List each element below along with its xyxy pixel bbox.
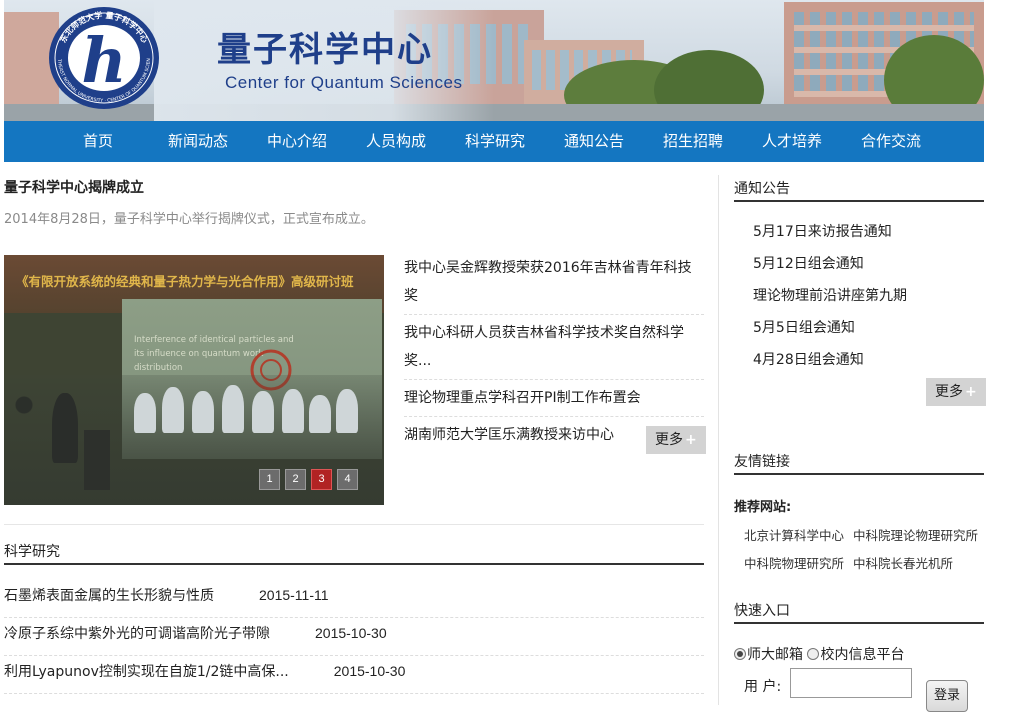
more-label: 更多 — [655, 432, 683, 448]
login-target-options: 师大邮箱 校内信息平台 — [734, 644, 904, 664]
section-rule — [734, 473, 984, 475]
research-list: 石墨烯表面金属的生长形貌与性质 2015-11-11 冷原子系综中紫外光的可调谐高… — [4, 580, 704, 694]
site-subtitle: Center for Quantum Sciences — [225, 73, 463, 92]
plus-icon: + — [965, 384, 977, 400]
nav-cooperation[interactable]: 合作交流 — [861, 121, 921, 162]
notices-more-button[interactable]: 更多 + — [926, 378, 986, 406]
nav-about[interactable]: 中心介绍 — [267, 121, 327, 162]
news-item[interactable]: 我中心吴金辉教授荣获2016年吉林省青年科技奖 — [404, 254, 704, 315]
site-title: 量子科学中心 — [217, 30, 433, 70]
quick-entry-title: 快速入口 — [734, 603, 790, 619]
sidebar-divider — [718, 175, 719, 705]
plus-icon: + — [685, 432, 697, 448]
section-rule — [4, 563, 704, 565]
news-item[interactable]: 理论物理重点学科召开PI制工作布置会 — [404, 380, 704, 417]
nav-news[interactable]: 新闻动态 — [168, 121, 228, 162]
research-date: 2015-10-30 — [315, 625, 387, 641]
friend-link[interactable]: 中科院理论物理研究所 — [853, 525, 978, 544]
notice-item[interactable]: 5月17日来访报告通知 — [753, 218, 907, 250]
login-button[interactable]: 登录 — [926, 680, 968, 712]
section-rule — [734, 622, 984, 624]
friend-link[interactable]: 中科院长春光机所 — [853, 553, 953, 572]
research-title[interactable]: 冷原子系综中紫外光的可调谐高阶光子带隙 — [4, 626, 270, 642]
notice-item[interactable]: 5月5日组会通知 — [753, 314, 907, 346]
username-input[interactable] — [790, 668, 912, 698]
links-section-title: 友情链接 — [734, 454, 790, 470]
photo-slider[interactable]: 《有限开放系统的经典和量子热力学与光合作用》高级研讨班 Interference… — [4, 255, 384, 505]
section-rule — [734, 200, 984, 202]
nav-notices[interactable]: 通知公告 — [564, 121, 624, 162]
slider-page-3[interactable]: 3 — [311, 469, 332, 490]
research-title[interactable]: 石墨烯表面金属的生长形貌与性质 — [4, 588, 214, 604]
slider-page-2[interactable]: 2 — [285, 469, 306, 490]
slide-caption: 《有限开放系统的经典和量子热力学与光合作用》高级研讨班 — [16, 274, 354, 289]
nav-home[interactable]: 首页 — [83, 121, 113, 162]
notice-item[interactable]: 5月12日组会通知 — [753, 250, 907, 282]
news-list: 我中心吴金辉教授荣获2016年吉林省青年科技奖 我中心科研人员获吉林省科学技术奖… — [404, 254, 704, 453]
main-nav: 首页 新闻动态 中心介绍 人员构成 科学研究 通知公告 招生招聘 人才培养 合作… — [4, 121, 984, 162]
friend-link[interactable]: 中科院物理研究所 — [744, 553, 844, 572]
news-more-button[interactable]: 更多 + — [646, 426, 706, 454]
nav-research[interactable]: 科学研究 — [465, 121, 525, 162]
headline-title[interactable]: 量子科学中心揭牌成立 — [4, 177, 144, 197]
slider-pagination: 1234 — [259, 467, 363, 490]
nav-recruitment[interactable]: 招生招聘 — [663, 121, 723, 162]
logo-monogram: h — [81, 24, 126, 97]
slider-page-1[interactable]: 1 — [259, 469, 280, 490]
notice-item[interactable]: 4月28日组会通知 — [753, 346, 907, 378]
radio-mail-label[interactable]: 师大邮箱 — [747, 647, 803, 663]
research-row: 利用Lyapunov控制实现在自旋1/2链中高保... 2015-10-30 — [4, 656, 704, 694]
research-date: 2015-10-30 — [333, 663, 406, 679]
recommended-sites-label: 推荐网站: — [734, 500, 792, 515]
slider-page-4[interactable]: 4 — [337, 469, 358, 490]
headline-description: 2014年8月28日，量子科学中心举行揭牌仪式，正式宣布成立。 — [4, 212, 374, 227]
notices-section-title: 通知公告 — [734, 181, 790, 197]
research-title[interactable]: 利用Lyapunov控制实现在自旋1/2链中高保... — [4, 664, 289, 680]
research-row: 石墨烯表面金属的生长形貌与性质 2015-11-11 — [4, 580, 704, 618]
divider — [4, 524, 704, 525]
radio-mail[interactable] — [734, 648, 746, 660]
research-row: 冷原子系综中紫外光的可调谐高阶光子带隙 2015-10-30 — [4, 618, 704, 656]
radio-info-platform[interactable] — [807, 648, 820, 660]
notice-list: 5月17日来访报告通知 5月12日组会通知 理论物理前沿讲座第九期 5月5日组会… — [753, 218, 907, 378]
username-label: 用 户: — [744, 679, 782, 695]
notice-item[interactable]: 理论物理前沿讲座第九期 — [753, 282, 907, 314]
friend-link[interactable]: 北京计算科学中心 — [744, 525, 844, 544]
news-item[interactable]: 我中心科研人员获吉林省科学技术奖自然科学奖... — [404, 315, 704, 380]
nav-education[interactable]: 人才培养 — [762, 121, 822, 162]
university-logo[interactable]: 东北师范大学 量子科学中心 NORTHEAST NORMAL UNIVERSIT… — [48, 6, 160, 110]
nav-people[interactable]: 人员构成 — [366, 121, 426, 162]
research-date: 2015-11-11 — [259, 587, 329, 603]
more-label: 更多 — [935, 384, 963, 400]
radio-info-platform-label[interactable]: 校内信息平台 — [820, 647, 904, 663]
research-section-title: 科学研究 — [4, 544, 60, 560]
